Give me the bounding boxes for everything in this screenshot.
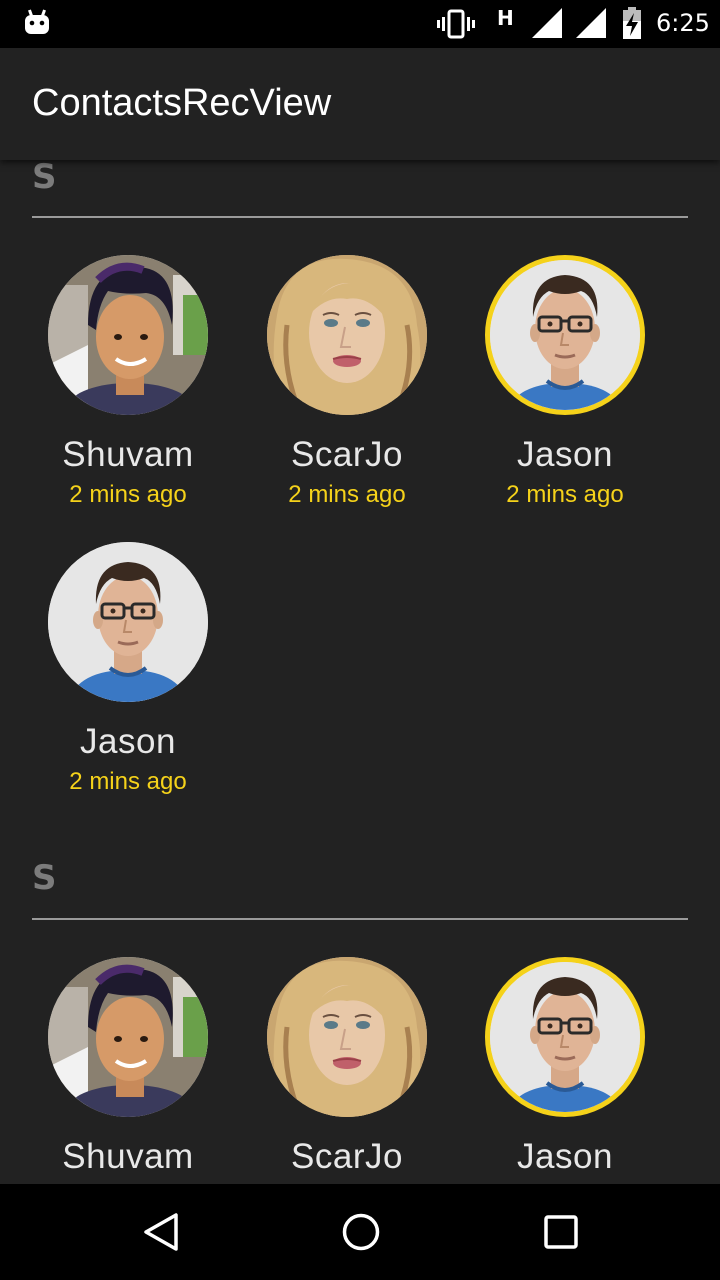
contact-card-scarjo[interactable]: ScarJo xyxy=(237,957,457,1177)
clock: 6:25 xyxy=(656,9,710,37)
avatar xyxy=(267,957,427,1117)
recents-icon[interactable] xyxy=(543,1212,579,1256)
contact-card-jason[interactable]: Jason xyxy=(455,957,675,1177)
contact-name: ScarJo xyxy=(291,1137,403,1176)
status-bar: H 6:25 xyxy=(0,0,720,48)
avatar xyxy=(48,255,208,415)
avatar xyxy=(267,255,427,415)
avatar-highlighted xyxy=(485,255,645,415)
network-type-label: H xyxy=(497,6,514,30)
section-divider xyxy=(32,918,688,920)
avatar-highlighted xyxy=(485,957,645,1117)
contact-time: 2 mins ago xyxy=(69,768,187,795)
vibrate-icon xyxy=(437,9,475,43)
contact-time: 2 mins ago xyxy=(288,481,406,508)
avatar xyxy=(48,957,208,1117)
contact-time: 2 mins ago xyxy=(69,481,187,508)
section-divider xyxy=(32,216,688,218)
contact-card-jason[interactable]: Jason 2 mins ago xyxy=(455,255,675,509)
signal-icon xyxy=(576,8,606,42)
contact-name: Jason xyxy=(80,722,176,761)
android-icon xyxy=(24,9,50,39)
app-title: ContactsRecView xyxy=(32,82,332,124)
contacts-list[interactable]: S Shuvam 2 mins ago ScarJo 2 mins ago Ja… xyxy=(0,160,720,1184)
contact-card-jason[interactable]: Jason 2 mins ago xyxy=(18,542,238,796)
contact-card-shuvam[interactable]: Shuvam 2 mins ago xyxy=(18,255,238,509)
home-icon[interactable] xyxy=(341,1212,381,1256)
back-icon[interactable] xyxy=(142,1212,180,1256)
app-bar: ContactsRecView xyxy=(0,48,720,160)
signal-icon xyxy=(532,8,562,42)
contact-card-scarjo[interactable]: ScarJo 2 mins ago xyxy=(237,255,457,509)
contact-name: Jason xyxy=(517,1137,613,1176)
contact-name: ScarJo xyxy=(291,435,403,474)
navigation-bar xyxy=(0,1184,720,1280)
contact-name: Shuvam xyxy=(62,435,194,474)
contact-name: Shuvam xyxy=(62,1137,194,1176)
contact-card-shuvam[interactable]: Shuvam xyxy=(18,957,238,1177)
section-header: S xyxy=(32,858,57,898)
section-header: S xyxy=(32,160,57,197)
contact-time: 2 mins ago xyxy=(506,481,624,508)
contact-name: Jason xyxy=(517,435,613,474)
avatar xyxy=(48,542,208,702)
battery-charging-icon xyxy=(622,7,642,43)
